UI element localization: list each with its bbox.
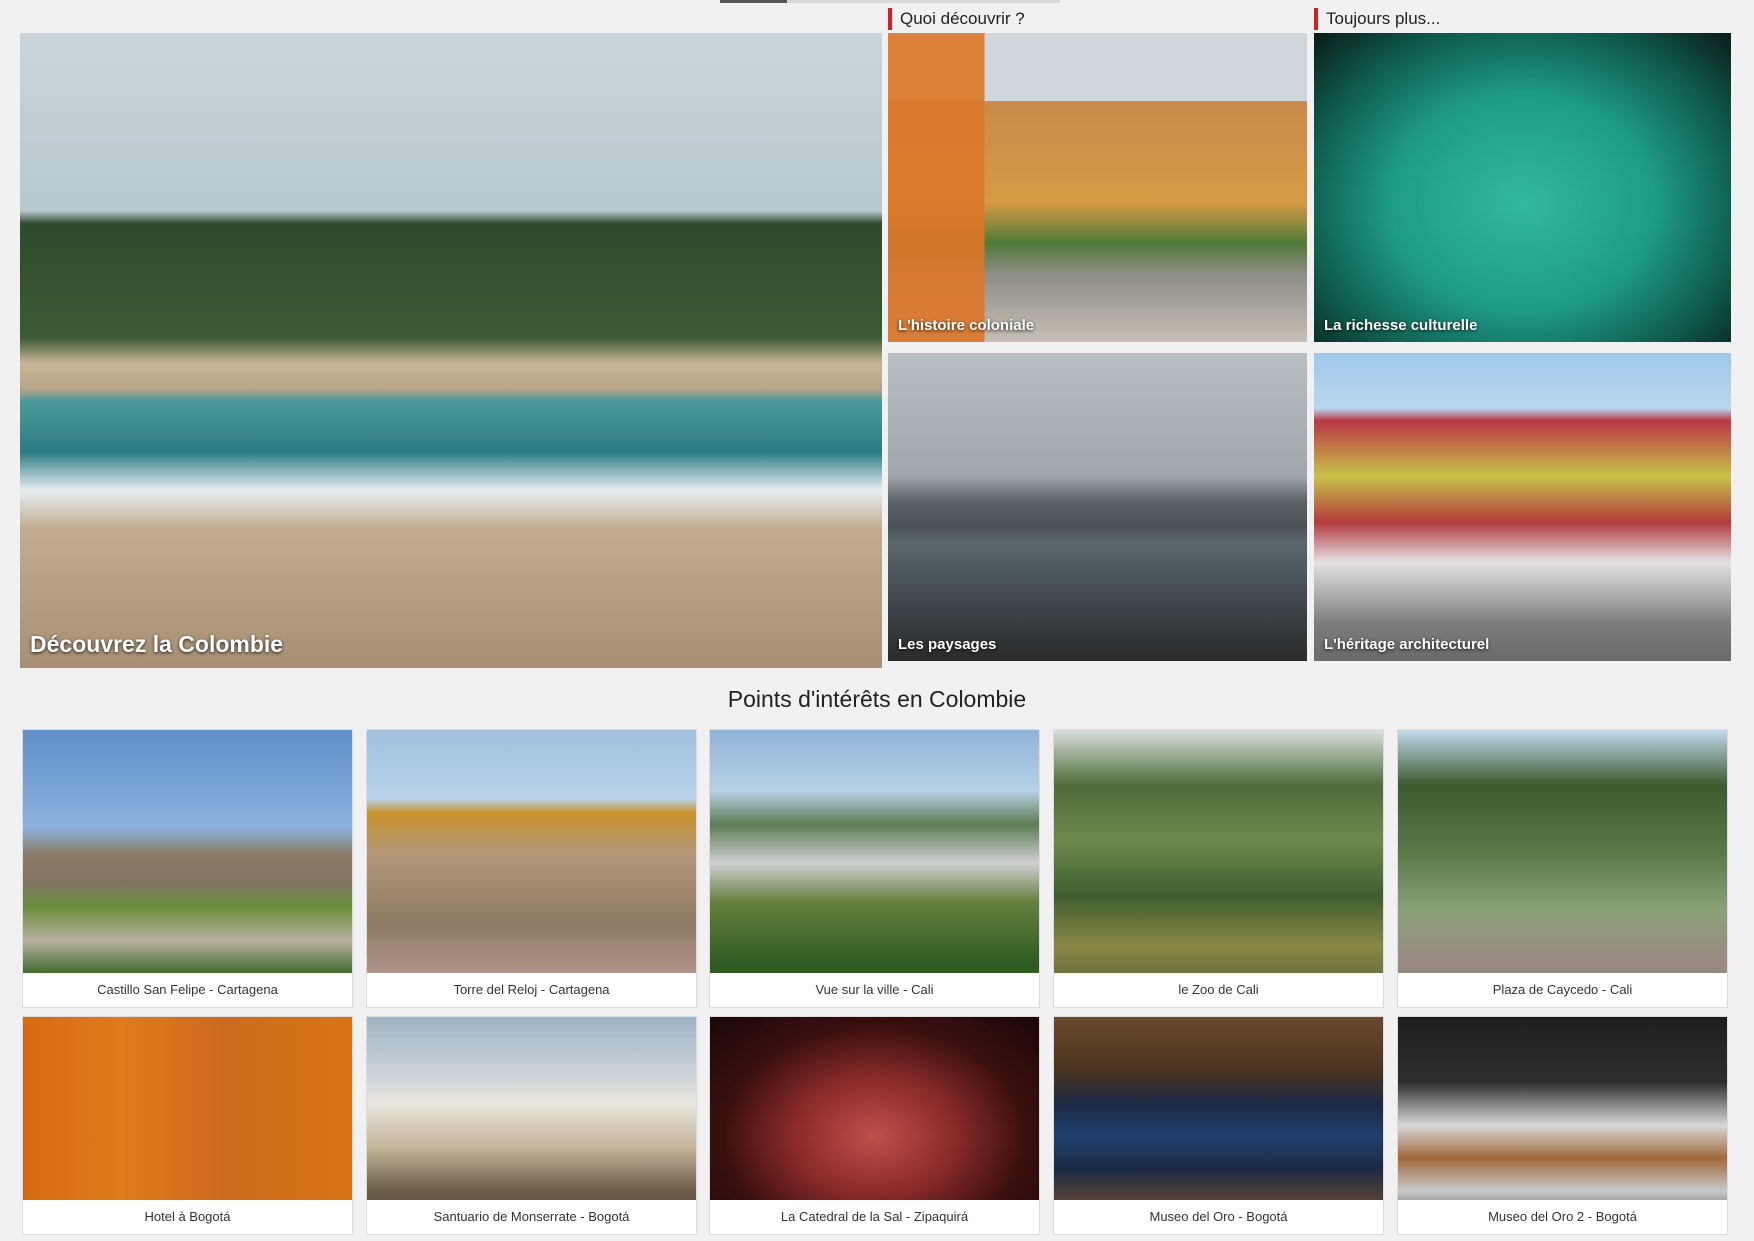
poi-section-title: Points d'intérêts en Colombie: [727, 686, 1027, 712]
poi-label: Castillo San Felipe - Cartagena: [23, 973, 352, 1007]
poi-card[interactable]: le Zoo de Cali: [1053, 729, 1384, 1008]
poi-label: le Zoo de Cali: [1054, 973, 1383, 1007]
poi-card[interactable]: La Catedral de la Sal - Zipaquirá: [709, 1016, 1040, 1235]
tile-heritage-architecturel[interactable]: L'héritage architecturel: [1314, 353, 1731, 661]
poi-card[interactable]: Vue sur la ville - Cali: [709, 729, 1040, 1008]
poi-card[interactable]: Plaza de Caycedo - Cali: [1397, 729, 1728, 1008]
poi-label: Santuario de Monserrate - Bogotá: [367, 1200, 696, 1234]
poi-label: La Catedral de la Sal - Zipaquirá: [710, 1200, 1039, 1234]
tile-caption: Les paysages: [898, 636, 997, 653]
poi-label: Plaza de Caycedo - Cali: [1398, 973, 1727, 1007]
poi-card[interactable]: Museo del Oro - Bogotá: [1053, 1016, 1384, 1235]
tile-histoire-coloniale[interactable]: L'histoire coloniale: [888, 33, 1307, 342]
poi-photo: [1398, 730, 1727, 1007]
poi-label: Torre del Reloj - Cartagena: [367, 973, 696, 1007]
tile-caption: L'histoire coloniale: [898, 317, 1035, 334]
poi-card[interactable]: Torre del Reloj - Cartagena: [366, 729, 697, 1008]
active-tab-indicator[interactable]: [720, 0, 787, 3]
poi-photo: [23, 730, 352, 1007]
poi-label: Hotel à Bogotá: [23, 1200, 352, 1234]
tile-richesse-culturelle[interactable]: La richesse culturelle: [1314, 33, 1731, 342]
poi-label: Museo del Oro 2 - Bogotá: [1398, 1200, 1727, 1234]
poi-card[interactable]: Hotel à Bogotá: [22, 1016, 353, 1235]
tile-paysages[interactable]: Les paysages: [888, 353, 1307, 661]
poi-photo: [367, 730, 696, 1007]
poi-photo: [1054, 730, 1383, 1007]
hero-caption: Découvrez la Colombie: [30, 631, 284, 657]
tile-caption: L'héritage architecturel: [1324, 636, 1490, 653]
section-heading-toujours-plus: Toujours plus...: [1314, 8, 1440, 30]
hero-tile-decouvrez-colombie[interactable]: Découvrez la Colombie: [20, 33, 882, 668]
top-tab-bar: [720, 0, 1060, 3]
poi-label: Vue sur la ville - Cali: [710, 973, 1039, 1007]
poi-card[interactable]: Santuario de Monserrate - Bogotá: [366, 1016, 697, 1235]
poi-card[interactable]: Castillo San Felipe - Cartagena: [22, 729, 353, 1008]
poi-photo: [710, 730, 1039, 1007]
poi-label: Museo del Oro - Bogotá: [1054, 1200, 1383, 1234]
poi-card[interactable]: Museo del Oro 2 - Bogotá: [1397, 1016, 1728, 1235]
section-heading-quoi-decouvrir: Quoi découvrir ?: [888, 8, 1025, 30]
tile-caption: La richesse culturelle: [1324, 317, 1478, 334]
